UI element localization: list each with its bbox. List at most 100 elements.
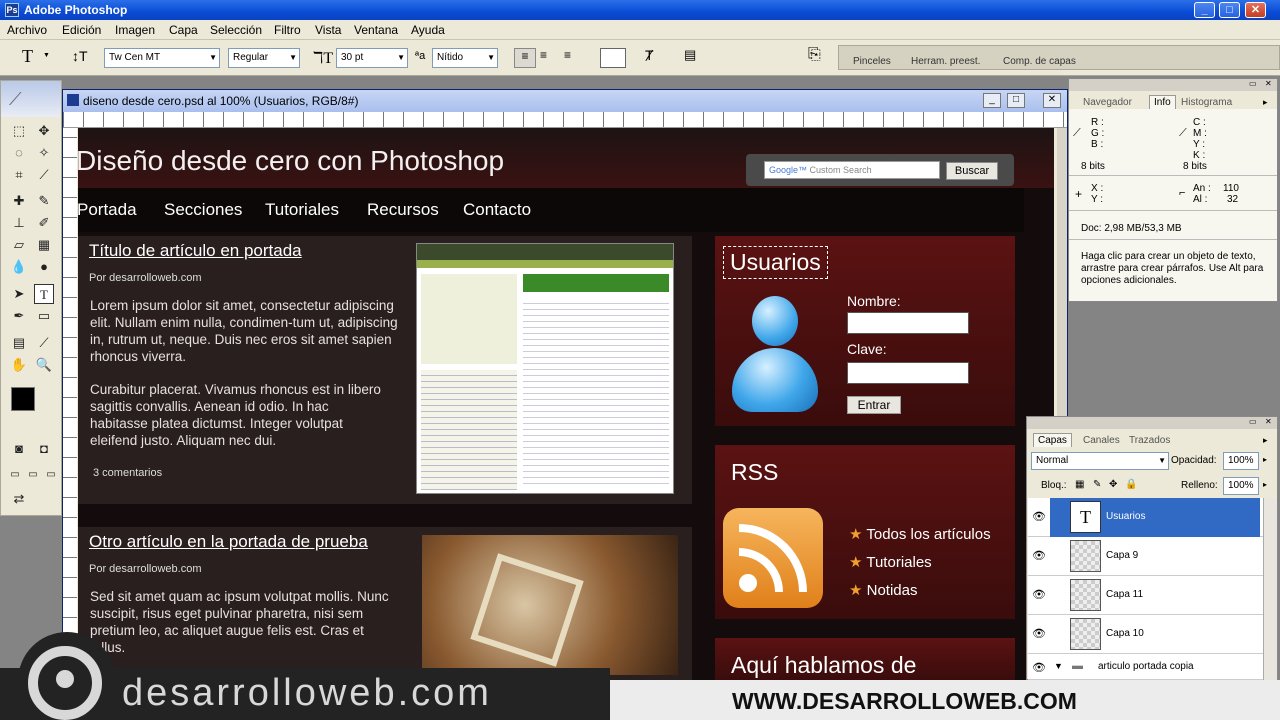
font-style-select[interactable]: Regular ▼: [228, 48, 300, 68]
blur-tool-icon[interactable]: 💧: [9, 257, 29, 277]
slice-tool-icon[interactable]: ⟋: [34, 165, 54, 185]
healing-brush-icon[interactable]: ✚: [9, 191, 29, 211]
panel-menu-icon[interactable]: ▸: [1263, 435, 1268, 446]
layer-row-usuarios[interactable]: 👁 T Usuarios: [1028, 498, 1272, 537]
blend-mode-select[interactable]: Normal ▼: [1031, 452, 1169, 470]
move-tool-icon[interactable]: ✥: [34, 121, 54, 141]
foreground-color-swatch[interactable]: [11, 387, 35, 411]
font-size-select[interactable]: 30 pt ▼: [336, 48, 408, 68]
tab-trazados[interactable]: Trazados: [1129, 435, 1170, 446]
menu-capa[interactable]: Capa: [169, 23, 198, 37]
menu-imagen[interactable]: Imagen: [115, 23, 155, 37]
type-tool-icon[interactable]: T: [34, 284, 54, 304]
marquee-tool-icon[interactable]: ⬚: [9, 121, 29, 141]
eraser-tool-icon[interactable]: ▱: [9, 235, 29, 255]
font-family-select[interactable]: Tw Cen MT ▼: [104, 48, 220, 68]
lock-position-icon[interactable]: ✥: [1109, 479, 1117, 490]
stamp-tool-icon[interactable]: ⊥: [9, 213, 29, 233]
eyedropper-icon[interactable]: ⟋: [34, 333, 54, 353]
antialias-select[interactable]: Nítido ▼: [432, 48, 498, 68]
pen-tool-icon[interactable]: ✒: [9, 306, 29, 326]
zoom-tool-icon[interactable]: 🔍: [34, 355, 54, 375]
path-select-icon[interactable]: ➤: [9, 284, 29, 304]
notes-tool-icon[interactable]: ▤: [9, 333, 29, 353]
panel-minimize-icon[interactable]: ▭: [1249, 417, 1257, 426]
rss-link-1[interactable]: ★ Todos los artículos: [849, 525, 991, 543]
text-color-swatch[interactable]: [600, 48, 626, 68]
menu-ventana[interactable]: Ventana: [354, 23, 398, 37]
opacity-input[interactable]: 100%: [1223, 452, 1259, 470]
gradient-tool-icon[interactable]: ▦: [34, 235, 54, 255]
magic-wand-icon[interactable]: ✧: [34, 143, 54, 163]
panel-menu-icon[interactable]: ▸: [1263, 97, 1268, 108]
menu-vista[interactable]: Vista: [315, 23, 341, 37]
tab-histograma[interactable]: Histograma: [1181, 97, 1232, 108]
menu-seleccion[interactable]: Selección: [210, 23, 262, 37]
maximize-button[interactable]: □: [1219, 2, 1240, 18]
search-button[interactable]: Buscar: [946, 162, 998, 180]
visibility-eye-icon[interactable]: 👁: [1032, 549, 1046, 562]
text-orientation-icon[interactable]: ↕T: [72, 48, 88, 64]
crop-tool-icon[interactable]: ⌗: [9, 165, 29, 185]
lasso-tool-icon[interactable]: ◌: [9, 143, 29, 163]
minimize-button[interactable]: _: [1194, 2, 1215, 18]
align-center-icon[interactable]: ≡: [540, 48, 547, 62]
opacity-arrow-icon[interactable]: ▸: [1263, 455, 1267, 464]
align-right-icon[interactable]: ≡: [564, 48, 571, 62]
warp-text-icon[interactable]: Ⱦ: [645, 47, 654, 63]
lock-transparency-icon[interactable]: ▦: [1075, 479, 1084, 490]
panel-minimize-icon[interactable]: ▭: [1249, 79, 1257, 88]
align-left-icon[interactable]: ≡: [514, 48, 536, 68]
rss-link-2[interactable]: ★ Tutoriales: [849, 553, 932, 571]
well-tab-pinceles[interactable]: Pinceles: [853, 56, 891, 67]
dodge-tool-icon[interactable]: ●: [34, 257, 54, 277]
visibility-eye-icon[interactable]: 👁: [1032, 510, 1046, 523]
preset-arrow-icon[interactable]: ▼: [43, 52, 50, 59]
nav-recursos[interactable]: Recursos: [367, 200, 439, 220]
doc-minimize-button[interactable]: _: [983, 93, 1001, 108]
search-input[interactable]: Google™ Custom Search: [764, 161, 940, 179]
layer-row-capa-9[interactable]: 👁 Capa 9: [1028, 537, 1272, 576]
menu-edicion[interactable]: Edición: [62, 23, 101, 37]
menu-ayuda[interactable]: Ayuda: [411, 23, 445, 37]
well-tab-comp[interactable]: Comp. de capas: [1003, 56, 1076, 67]
menu-archivo[interactable]: Archivo: [7, 23, 47, 37]
text-tool-icon[interactable]: T: [22, 46, 33, 67]
close-button[interactable]: ✕: [1245, 2, 1266, 18]
layers-scrollbar[interactable]: [1263, 498, 1277, 680]
layer-row-capa-11[interactable]: 👁 Capa 11: [1028, 576, 1272, 615]
menu-filtro[interactable]: Filtro: [274, 23, 301, 37]
history-brush-icon[interactable]: ✐: [34, 213, 54, 233]
nav-tutoriales[interactable]: Tutoriales: [265, 200, 339, 220]
login-key-input[interactable]: [847, 362, 969, 384]
lock-all-icon[interactable]: 🔒: [1125, 479, 1137, 490]
character-panel-icon[interactable]: ▤: [684, 47, 696, 63]
doc-close-button[interactable]: ✕: [1043, 93, 1061, 108]
hand-tool-icon[interactable]: ✋: [9, 355, 29, 375]
tab-info[interactable]: Info: [1149, 95, 1176, 109]
nav-portada[interactable]: Portada: [77, 200, 137, 220]
screen-mode-full-icon[interactable]: ▭: [41, 465, 61, 485]
shape-tool-icon[interactable]: ▭: [34, 306, 54, 326]
nav-contacto[interactable]: Contacto: [463, 200, 531, 220]
standard-mode-icon[interactable]: ◙: [9, 439, 29, 459]
brush-tool-icon[interactable]: ✎: [34, 191, 54, 211]
nav-secciones[interactable]: Secciones: [164, 200, 242, 220]
visibility-eye-icon[interactable]: 👁: [1032, 627, 1046, 640]
visibility-eye-icon[interactable]: 👁: [1032, 588, 1046, 601]
tab-navegador[interactable]: Navegador: [1083, 97, 1132, 108]
rss-feed-icon[interactable]: [723, 508, 823, 608]
rss-link-3[interactable]: ★ Notidas: [849, 581, 917, 599]
screen-mode-icon[interactable]: ▭: [5, 465, 25, 485]
jump-to-imageready-icon[interactable]: ⇄: [9, 489, 29, 509]
article-1-title[interactable]: Título de artículo en portada: [89, 241, 302, 261]
well-tab-herram[interactable]: Herram. preest.: [911, 56, 980, 67]
doc-maximize-button[interactable]: □: [1007, 93, 1025, 108]
layer-row-capa-10[interactable]: 👁 Capa 10: [1028, 615, 1272, 654]
fill-arrow-icon[interactable]: ▸: [1263, 480, 1267, 489]
tab-canales[interactable]: Canales: [1083, 435, 1120, 446]
article-1-comments[interactable]: 3 comentarios: [93, 467, 162, 479]
quick-mask-icon[interactable]: ◘: [34, 439, 54, 459]
login-name-input[interactable]: [847, 312, 969, 334]
tab-capas[interactable]: Capas: [1033, 433, 1072, 447]
